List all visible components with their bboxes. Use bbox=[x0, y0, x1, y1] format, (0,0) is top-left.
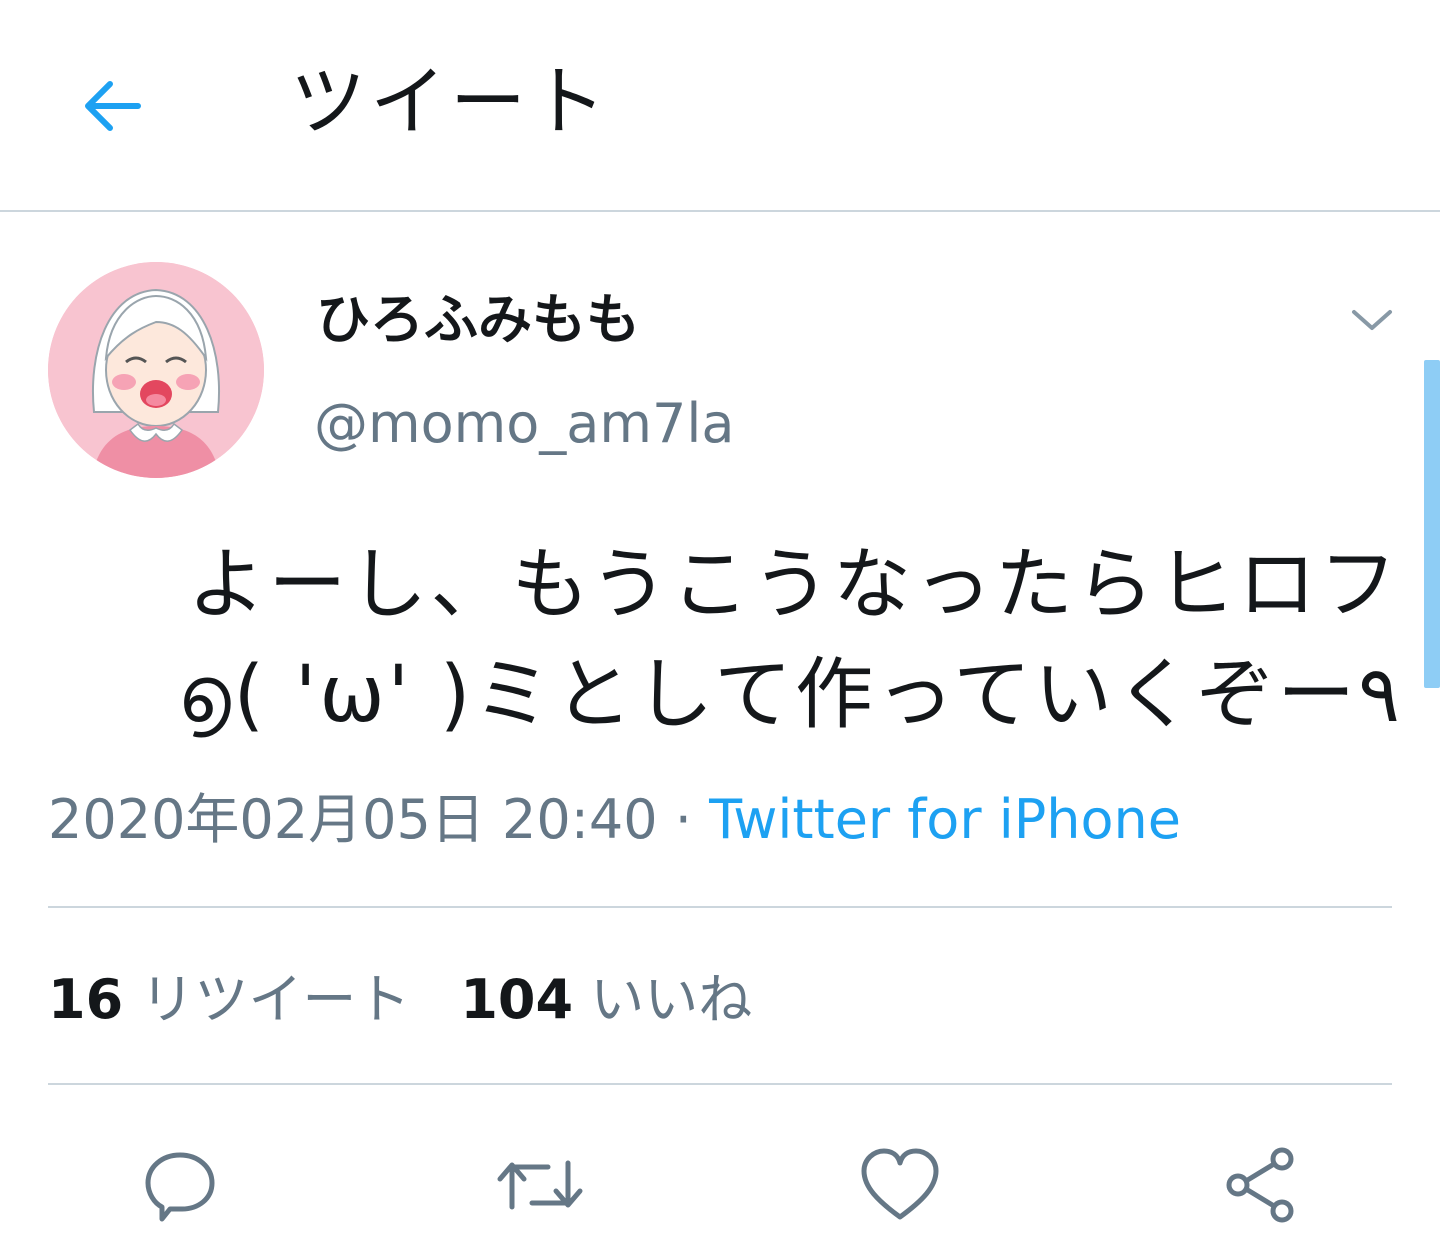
like-stat[interactable]: 104 いいね bbox=[460, 968, 752, 1031]
tweet-detail-page: ツイート ひろふみもも @momo_am7la よーし、もうこうなったらヒロフ … bbox=[0, 0, 1440, 1257]
divider bbox=[48, 906, 1392, 908]
tweet-text-line: ൭( 'ω' )ミとして作っていくぞー٩ bbox=[177, 650, 1400, 740]
meta-separator: · bbox=[657, 788, 710, 851]
timestamp: 2020年02月05日 20:40 bbox=[48, 788, 658, 851]
divider bbox=[48, 1083, 1392, 1085]
source-link[interactable]: Twitter for iPhone bbox=[709, 788, 1181, 851]
arrow-left-icon bbox=[85, 81, 141, 131]
reply-icon bbox=[145, 1152, 215, 1222]
avatar-illustration bbox=[48, 262, 264, 478]
username[interactable]: @momo_am7la bbox=[314, 388, 734, 460]
display-name[interactable]: ひろふみもも bbox=[316, 284, 640, 356]
tweet-text-line: よーし、もうこうなったらヒロフ bbox=[187, 540, 1400, 630]
like-button[interactable] bbox=[852, 1140, 948, 1230]
like-count: 104 bbox=[460, 968, 574, 1031]
tweet-menu-button[interactable] bbox=[1340, 296, 1404, 344]
page-title: ツイート bbox=[290, 57, 610, 146]
share-icon bbox=[1226, 1147, 1294, 1223]
retweet-stat[interactable]: 16 リツイート bbox=[48, 968, 410, 1031]
like-label: いいね bbox=[590, 968, 753, 1031]
retweet-button[interactable] bbox=[492, 1140, 588, 1230]
avatar[interactable] bbox=[48, 262, 264, 478]
tweet-stats: 16 リツイート 104 いいね bbox=[48, 962, 752, 1038]
top-app-bar: ツイート bbox=[0, 0, 1440, 212]
retweet-count: 16 bbox=[48, 968, 124, 1031]
tweet-text: よーし、もうこうなったらヒロフ ൭( 'ω' )ミとして作っていくぞー٩ bbox=[70, 530, 1400, 750]
chevron-down-icon bbox=[1352, 310, 1392, 330]
scrollbar[interactable] bbox=[1424, 360, 1440, 688]
share-button[interactable] bbox=[1212, 1140, 1308, 1230]
reply-button[interactable] bbox=[132, 1140, 228, 1230]
heart-icon bbox=[861, 1148, 939, 1220]
retweet-icon bbox=[497, 1160, 583, 1210]
tweet-meta: 2020年02月05日 20:40 · Twitter for iPhone bbox=[48, 782, 1181, 858]
back-button[interactable] bbox=[62, 58, 162, 154]
retweet-label: リツイート bbox=[140, 968, 411, 1031]
